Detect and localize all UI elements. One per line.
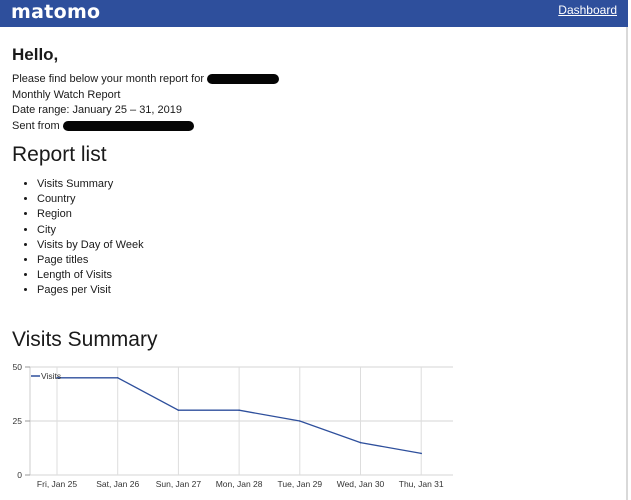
sent-from-text: Sent from [12,119,60,132]
x-tick-label: Fri, Jan 25 [37,479,77,489]
report-for-text: Please find below your month report for [12,73,204,85]
report-list-item[interactable]: Country [37,192,612,207]
top-bar: matomo Dashboard [0,0,628,27]
x-tick-label: Tue, Jan 29 [278,479,323,489]
visits-chart-svg: 0 25 50 Fri, Jan 25 Sat, Jan 26 Sun, Jan 27 Mo… [13,362,453,489]
report-list-item[interactable]: City [37,223,612,238]
dashboard-link[interactable]: Dashboard [558,3,617,17]
report-list-item[interactable]: Pages per Visit [37,283,612,298]
x-tick-label: Sun, Jan 27 [156,479,202,489]
report-list-item[interactable]: Length of Visits [37,268,612,283]
data-point [116,377,119,379]
redacted-site-name [207,74,279,85]
report-list-item[interactable]: Page titles [37,253,612,268]
data-point [238,409,240,411]
report-list: Visits Summary Country Region City Visit… [12,177,612,299]
x-tick-label: Thu, Jan 31 [399,479,444,489]
data-point [177,409,180,411]
report-list-item[interactable]: Visits by Day of Week [37,238,612,253]
x-tick-label: Wed, Jan 30 [337,479,385,489]
visits-summary-heading: Visits Summary [12,328,158,351]
report-list-item[interactable]: Region [37,207,612,222]
intro-text: Please find below your month report for … [12,72,612,134]
legend-label: Visits [41,371,61,381]
y-tick-label: 50 [13,362,23,372]
visits-chart: 0 25 50 Fri, Jan 25 Sat, Jan 26 Sun, Jan 27 Mo… [0,360,470,500]
redacted-sender-url [62,120,194,131]
y-tick-label: 0 [17,470,22,480]
report-name-text: Monthly Watch Report [12,88,121,101]
greeting-heading: Hello, [12,45,59,64]
x-tick-label: Sat, Jan 26 [96,479,139,489]
data-point [359,441,362,444]
data-point [420,452,423,455]
intro-line-report-for: Please find below your month report for [12,72,612,88]
x-tick-label: Mon, Jan 28 [216,479,263,489]
report-list-heading: Report list [12,143,107,166]
y-tick-label: 25 [13,416,23,426]
matomo-logo[interactable]: matomo [11,1,100,23]
intro-line-sent-from: Sent from [12,119,612,135]
email-body: Hello, Please find below your month repo… [12,44,612,299]
report-list-item[interactable]: Visits Summary [37,177,612,192]
date-range-text: Date range: January 25 – 31, 2019 [12,104,183,116]
data-point [299,420,301,422]
